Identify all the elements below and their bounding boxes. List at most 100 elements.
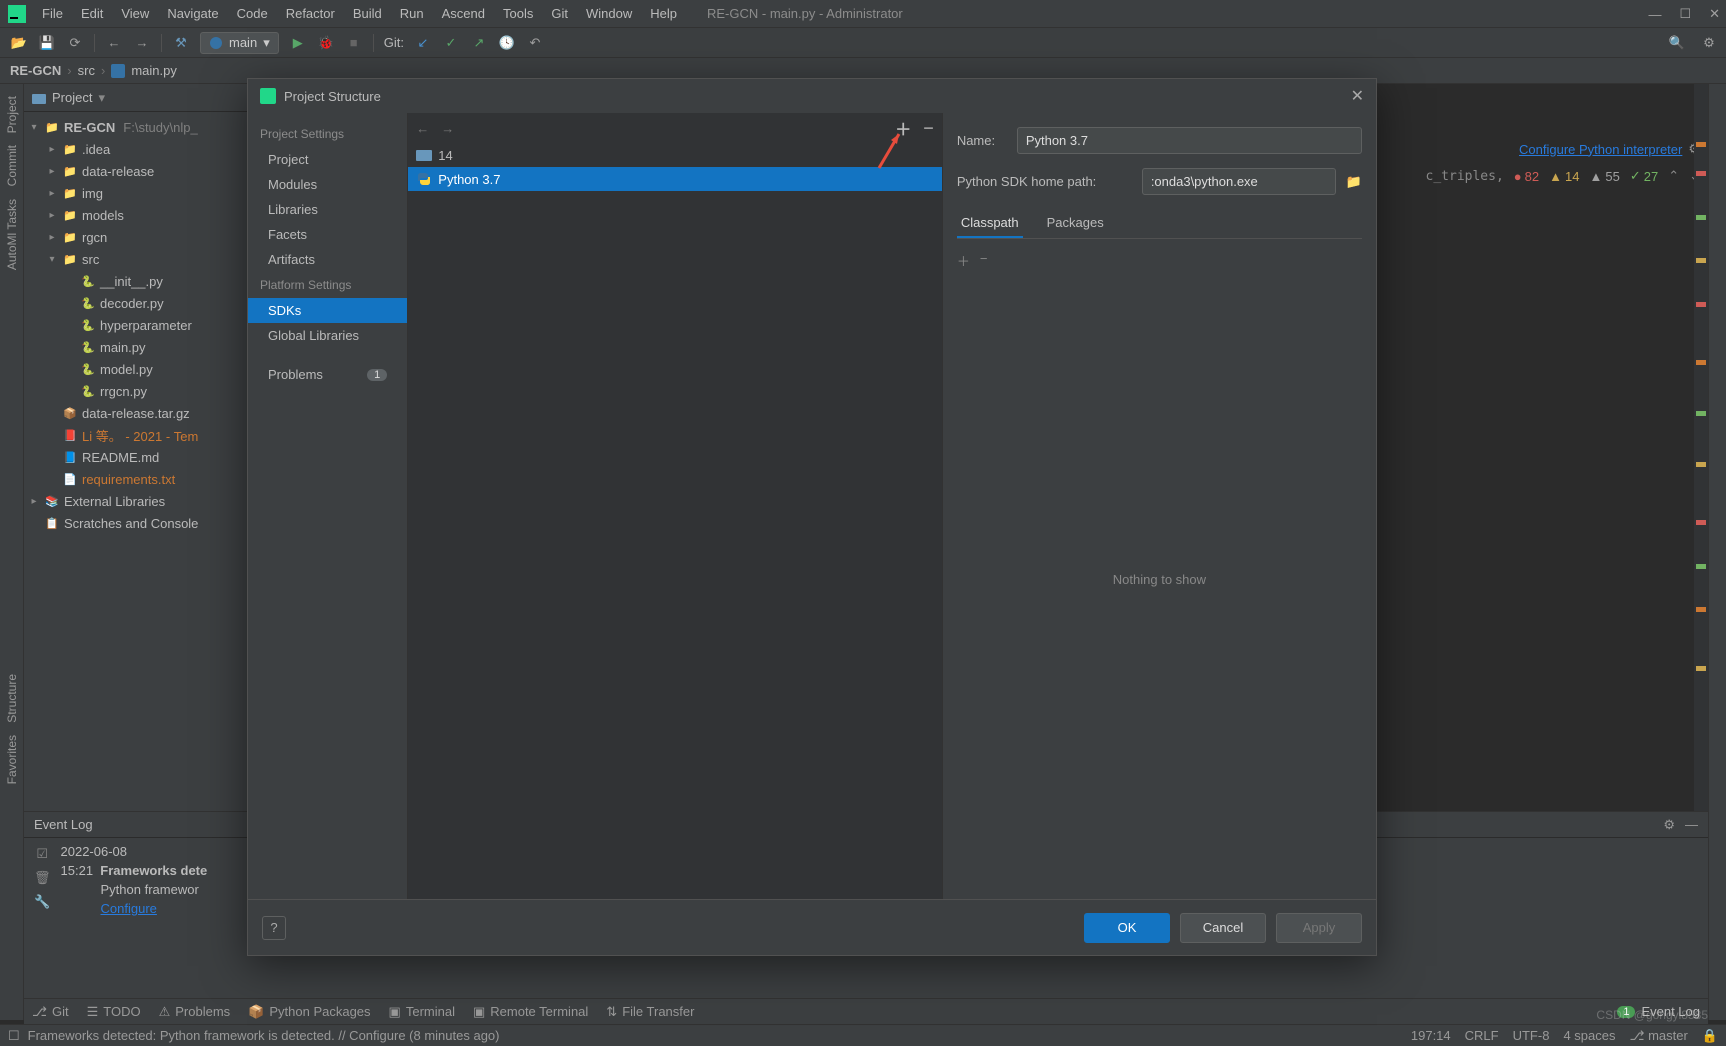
hide-icon[interactable]: — xyxy=(1685,817,1698,833)
tree-row[interactable]: 📄requirements.txt xyxy=(24,468,247,490)
sdk-path-input[interactable] xyxy=(1142,168,1336,195)
maximize-icon[interactable]: ☐ xyxy=(1679,6,1691,22)
hammer-icon[interactable]: ⚒ xyxy=(172,34,190,52)
cancel-button[interactable]: Cancel xyxy=(1180,913,1266,943)
error-stripe[interactable] xyxy=(1694,84,1708,811)
tree-row[interactable]: ▸📁img xyxy=(24,182,247,204)
inspections-summary[interactable]: c_triples, ●82 ▲14 ▲55 ✓27 ⌃ ⌄ xyxy=(1426,168,1700,184)
nav-item-libraries[interactable]: Libraries xyxy=(248,197,407,222)
checkbox-icon[interactable]: ☑ xyxy=(36,846,48,862)
tree-row[interactable]: 🐍decoder.py xyxy=(24,292,247,314)
tree-row[interactable]: 🐍__init__.py xyxy=(24,270,247,292)
tab-event-log[interactable]: Event Log xyxy=(1641,1004,1700,1019)
menu-tools[interactable]: Tools xyxy=(495,2,541,25)
tab-packages[interactable]: Packages xyxy=(1043,209,1108,238)
tree-row[interactable]: ▸📁data-release xyxy=(24,160,247,182)
close-icon[interactable]: ✕ xyxy=(1351,86,1364,106)
sdk-list-item[interactable]: 14 xyxy=(408,143,942,167)
status-icon[interactable]: ☐ xyxy=(8,1028,20,1044)
browse-icon[interactable]: 📁 xyxy=(1346,174,1362,190)
breadcrumb-item[interactable]: main.py xyxy=(131,63,177,78)
add-classpath-button[interactable]: ＋ xyxy=(957,251,970,270)
gear-icon[interactable]: ⚙ xyxy=(1663,817,1675,833)
nav-item-sdks[interactable]: SDKs xyxy=(248,298,407,323)
tree-row[interactable]: ▸📁rgcn xyxy=(24,226,247,248)
tree-row[interactable]: ▾📁src xyxy=(24,248,247,270)
tree-row[interactable]: ▸📁.idea xyxy=(24,138,247,160)
tab-terminal[interactable]: ▣Terminal xyxy=(389,1004,455,1020)
run-config-selector[interactable]: main ▾ xyxy=(200,32,279,54)
tool-commit[interactable]: Commit xyxy=(5,145,19,186)
indent[interactable]: 4 spaces xyxy=(1563,1028,1615,1043)
git-update-icon[interactable]: ↙ xyxy=(414,34,432,52)
menu-edit[interactable]: Edit xyxy=(73,2,111,25)
settings-icon[interactable]: ⚙ xyxy=(1700,34,1718,52)
sdk-list-item[interactable]: Python 3.7 xyxy=(408,167,942,191)
line-separator[interactable]: CRLF xyxy=(1465,1028,1499,1043)
tree-row[interactable]: 🐍main.py xyxy=(24,336,247,358)
close-icon[interactable]: ✕ xyxy=(1709,6,1720,22)
ok-button[interactable]: OK xyxy=(1084,913,1170,943)
tab-remote-terminal[interactable]: ▣Remote Terminal xyxy=(473,1004,588,1020)
tool-favorites[interactable]: Favorites xyxy=(5,735,19,784)
forward-icon[interactable]: → xyxy=(441,121,454,136)
menu-window[interactable]: Window xyxy=(578,2,640,25)
lock-icon[interactable]: 🔒 xyxy=(1702,1028,1718,1044)
remove-classpath-button[interactable]: − xyxy=(980,251,988,270)
forward-icon[interactable]: → xyxy=(133,34,151,52)
tab-todo[interactable]: ☰TODO xyxy=(87,1004,141,1020)
menu-help[interactable]: Help xyxy=(642,2,685,25)
git-commit-icon[interactable]: ✓ xyxy=(442,34,460,52)
chevron-down-icon[interactable]: ▾ xyxy=(98,90,105,106)
tree-row[interactable]: 🐍hyperparameter xyxy=(24,314,247,336)
tool-structure[interactable]: Structure xyxy=(5,674,19,723)
back-icon[interactable]: ← xyxy=(416,121,429,136)
caret-position[interactable]: 197:14 xyxy=(1411,1028,1451,1043)
git-rollback-icon[interactable]: ↶ xyxy=(526,34,544,52)
apply-button[interactable]: Apply xyxy=(1276,913,1362,943)
scratches[interactable]: 📋 Scratches and Console xyxy=(24,512,247,534)
tool-project[interactable]: Project xyxy=(5,96,19,133)
minimize-icon[interactable]: — xyxy=(1648,7,1661,22)
search-icon[interactable]: 🔍 xyxy=(1668,34,1686,52)
menu-run[interactable]: Run xyxy=(392,2,432,25)
git-branch[interactable]: ⎇ master xyxy=(1629,1028,1687,1044)
trash-icon[interactable]: 🗑 xyxy=(34,870,51,886)
tree-row[interactable]: ▸📁models xyxy=(24,204,247,226)
breadcrumb-item[interactable]: src xyxy=(78,63,95,78)
stop-icon[interactable]: ■ xyxy=(345,34,363,52)
tool-automl[interactable]: AutoMl Tasks xyxy=(5,199,19,270)
menu-navigate[interactable]: Navigate xyxy=(159,2,226,25)
menu-code[interactable]: Code xyxy=(229,2,276,25)
menu-ascend[interactable]: Ascend xyxy=(434,2,493,25)
sync-icon[interactable]: ⟳ xyxy=(66,34,84,52)
external-libraries[interactable]: ▸📚 External Libraries xyxy=(24,490,247,512)
menu-git[interactable]: Git xyxy=(543,2,576,25)
breadcrumb-item[interactable]: RE-GCN xyxy=(10,63,61,78)
nav-item-problems[interactable]: Problems 1 xyxy=(248,362,407,387)
menu-file[interactable]: File xyxy=(34,2,71,25)
tree-row[interactable]: 📦data-release.tar.gz xyxy=(24,402,247,424)
tab-problems[interactable]: ⚠Problems xyxy=(159,1004,231,1020)
project-tree[interactable]: ▾ 📁 RE-GCN F:\study\nlp_ ▸📁.idea▸📁data-r… xyxy=(24,112,247,538)
git-push-icon[interactable]: ↗ xyxy=(470,34,488,52)
nav-item-artifacts[interactable]: Artifacts xyxy=(248,247,407,272)
tree-row[interactable]: 🐍model.py xyxy=(24,358,247,380)
nav-item-project[interactable]: Project xyxy=(248,147,407,172)
tab-classpath[interactable]: Classpath xyxy=(957,209,1023,238)
open-icon[interactable]: 📂 xyxy=(10,34,28,52)
tree-root[interactable]: ▾ 📁 RE-GCN F:\study\nlp_ xyxy=(24,116,247,138)
save-icon[interactable]: 💾 xyxy=(38,34,56,52)
configure-interpreter-link[interactable]: Configure Python interpreter xyxy=(1519,142,1682,157)
tab-python-packages[interactable]: 📦Python Packages xyxy=(248,1004,370,1020)
nav-item-facets[interactable]: Facets xyxy=(248,222,407,247)
chevron-up-icon[interactable]: ⌃ xyxy=(1668,168,1679,184)
debug-icon[interactable]: 🐞 xyxy=(317,34,335,52)
nav-item-modules[interactable]: Modules xyxy=(248,172,407,197)
nav-item-global-libraries[interactable]: Global Libraries xyxy=(248,323,407,348)
tab-git[interactable]: ⎇Git xyxy=(32,1004,69,1020)
tab-file-transfer[interactable]: ⇅File Transfer xyxy=(606,1004,694,1020)
encoding[interactable]: UTF-8 xyxy=(1513,1028,1550,1043)
back-icon[interactable]: ← xyxy=(105,34,123,52)
tree-row[interactable]: 🐍rrgcn.py xyxy=(24,380,247,402)
